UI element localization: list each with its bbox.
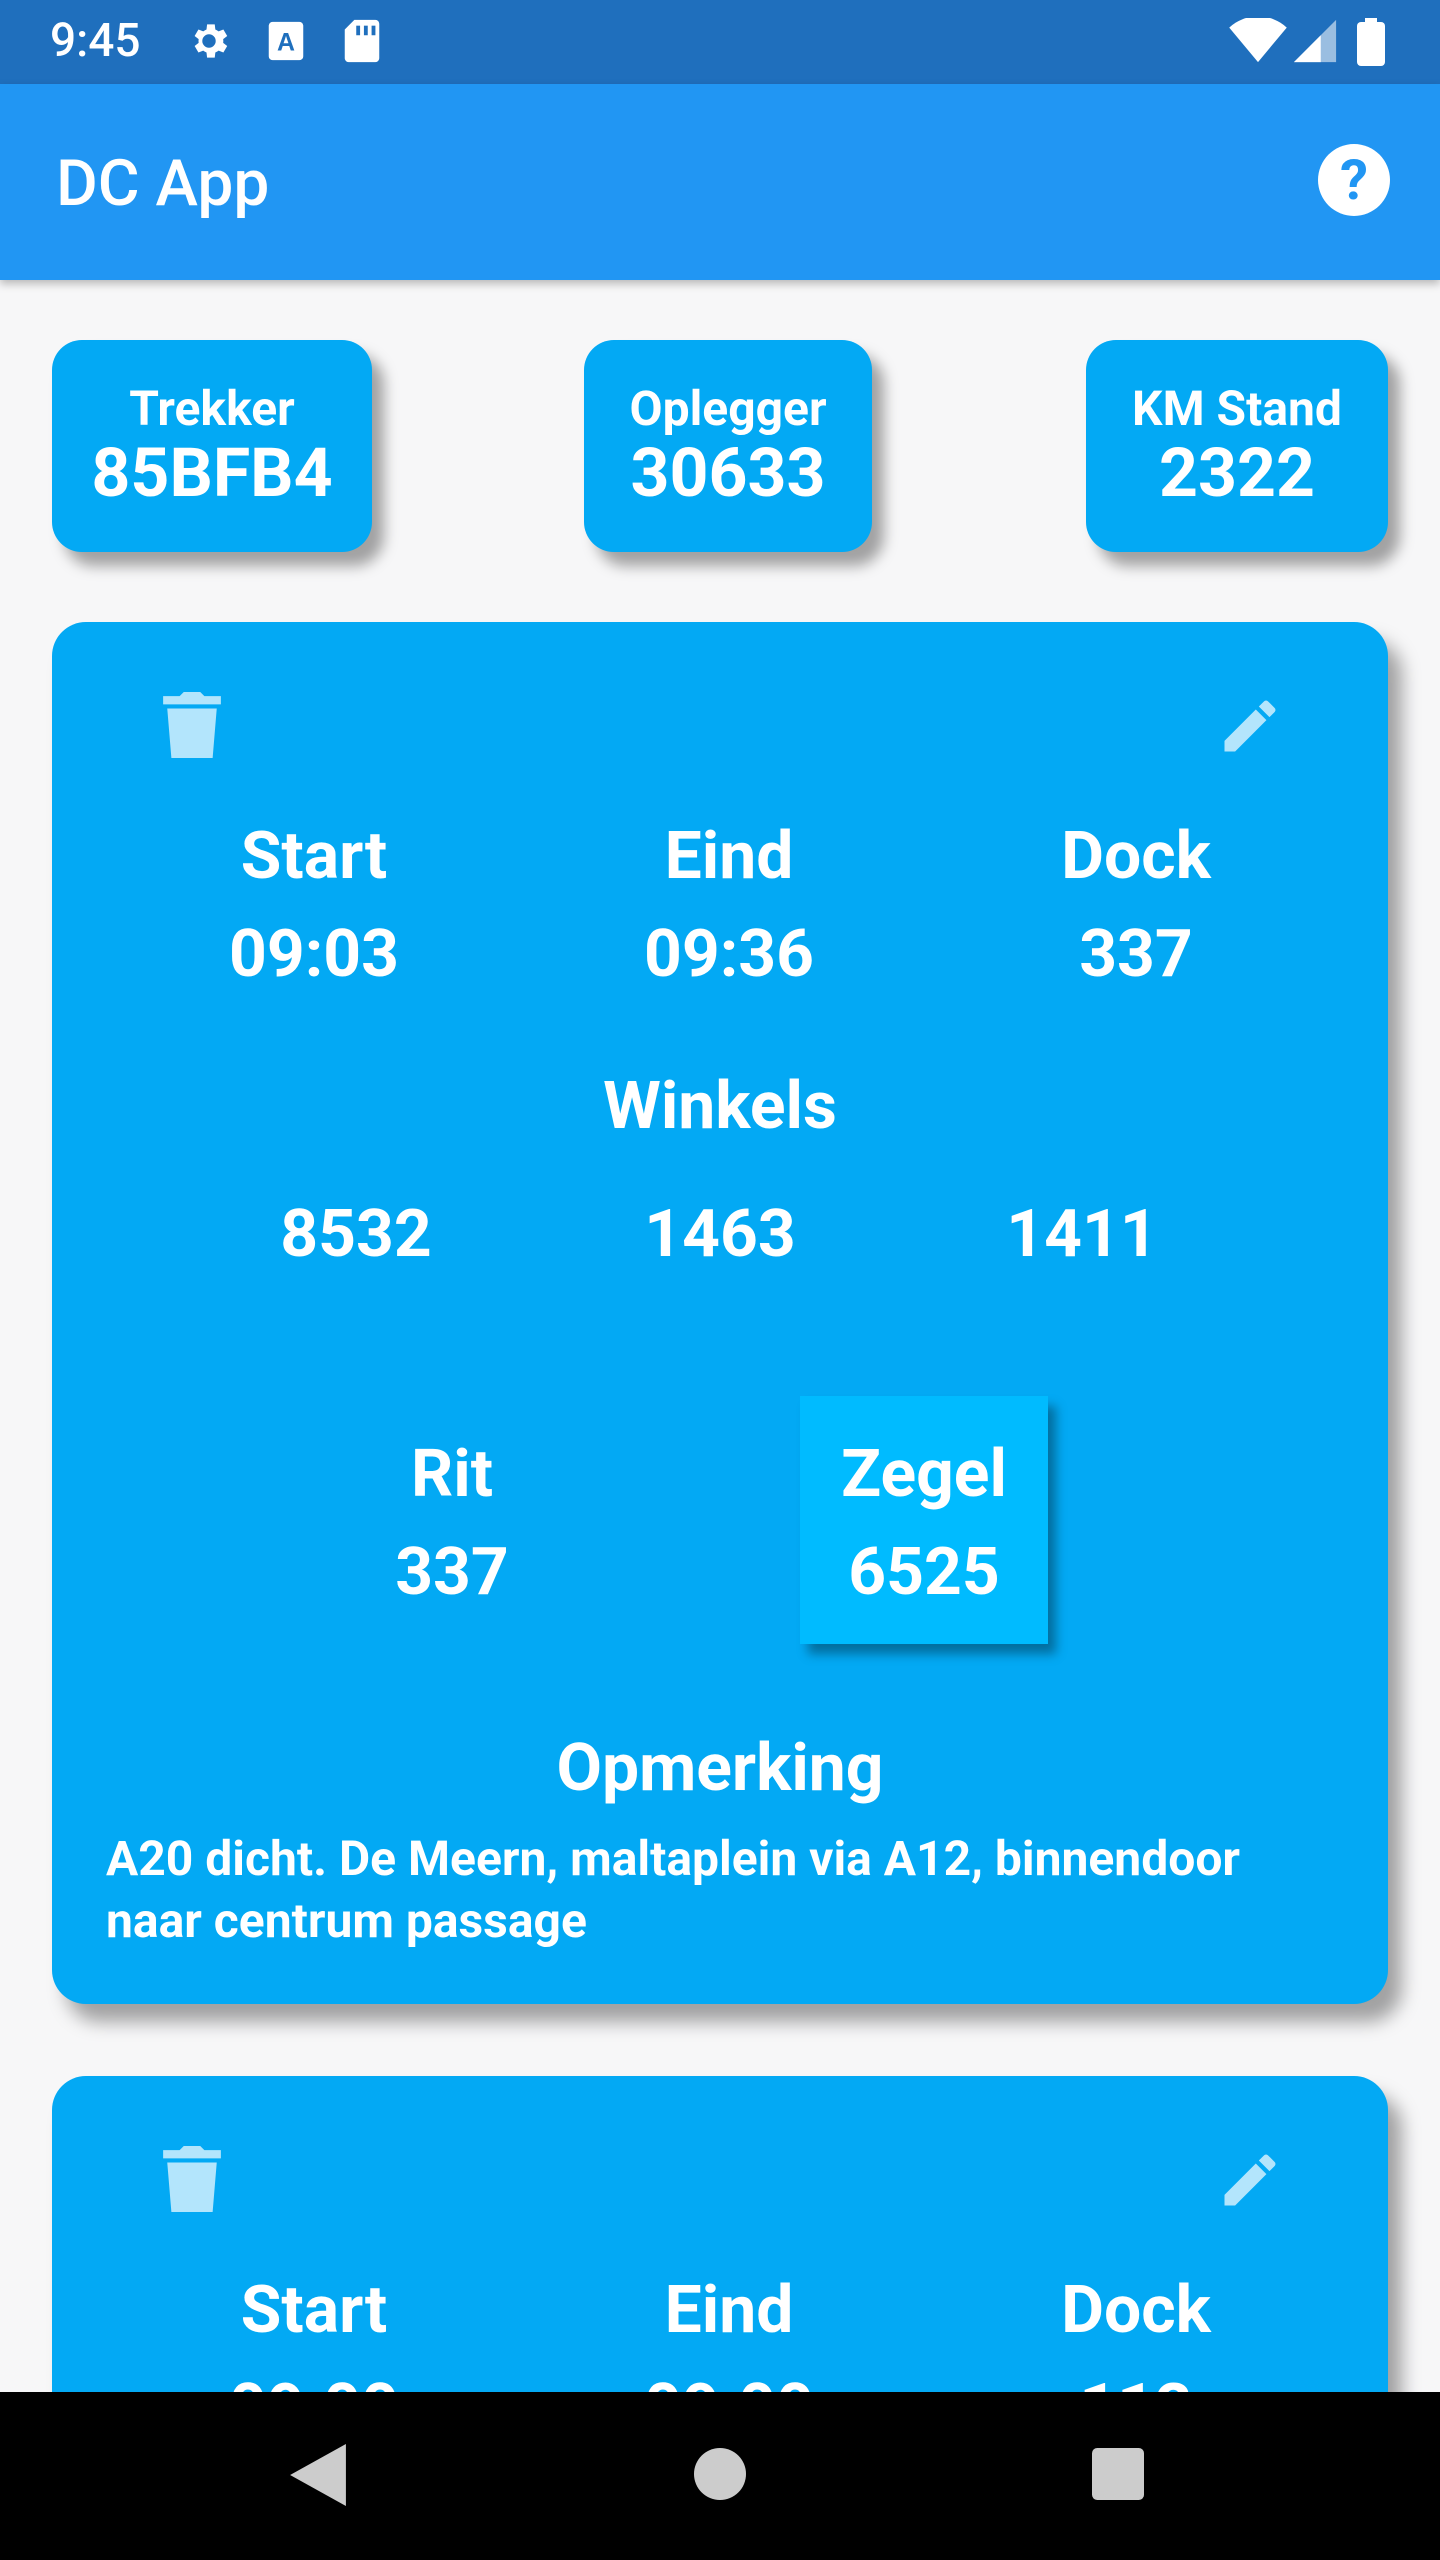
- signal-icon: [1293, 19, 1337, 63]
- oplegger-label: Oplegger: [629, 380, 827, 437]
- app-title: DC App: [56, 146, 270, 221]
- trekker-chip[interactable]: Trekker 85BFB4: [52, 340, 372, 552]
- dock-cell: Dock 337: [1061, 808, 1211, 1004]
- app-bar: DC App: [0, 84, 1440, 280]
- end-label: Eind: [664, 818, 794, 895]
- rit-label: Rit: [410, 1436, 494, 1513]
- remark-text: A20 dicht. De Meern, maltaplein via A12,…: [106, 1830, 1240, 1949]
- edit-icon[interactable]: [1216, 2146, 1284, 2214]
- start-label: Start: [240, 2272, 388, 2349]
- end-value: 09:36: [643, 916, 815, 993]
- oplegger-chip[interactable]: Oplegger 30633: [584, 340, 872, 552]
- start-label: Start: [240, 818, 388, 895]
- a-icon: A: [268, 21, 304, 61]
- ride-card: Start 09:03 Eind 09:36 Dock 337 Winkels …: [52, 622, 1388, 2004]
- back-icon[interactable]: [290, 2444, 346, 2506]
- dock-label: Dock: [1061, 2272, 1211, 2349]
- shops-title: Winkels: [603, 1068, 837, 1145]
- end-cell: Eind 09:36: [644, 808, 814, 1004]
- rit-cell: Rit 337: [395, 1426, 509, 1622]
- km-stand-value: 2322: [1158, 433, 1316, 514]
- zegel-label: Zegel: [841, 1436, 1007, 1513]
- help-icon[interactable]: ?: [1318, 144, 1390, 216]
- dock-label: Dock: [1061, 818, 1211, 895]
- status-bar: 9:45 A: [0, 0, 1440, 84]
- gear-icon: [194, 24, 228, 58]
- navigation-bar: [0, 2392, 1440, 2560]
- zegel-cell: Zegel 6525: [841, 1426, 1007, 1622]
- delete-icon[interactable]: [162, 2146, 222, 2212]
- zegel-value: 6525: [848, 1534, 1000, 1611]
- svg-text:A: A: [277, 29, 295, 57]
- remark-title: Opmerking: [556, 1730, 884, 1807]
- start-value: 09:03: [228, 916, 400, 993]
- rit-value: 337: [395, 1534, 509, 1611]
- trekker-value: 85BFB4: [91, 433, 333, 514]
- edit-icon[interactable]: [1216, 692, 1284, 760]
- shop-number: 8532: [280, 1196, 432, 1273]
- status-time: 9:45: [50, 14, 141, 68]
- end-label: Eind: [664, 2272, 794, 2349]
- shop-number: 1411: [1006, 1196, 1158, 1273]
- km-stand-label: KM Stand: [1132, 380, 1342, 437]
- sd-card-icon: [344, 19, 380, 63]
- km-stand-chip[interactable]: KM Stand 2322: [1086, 340, 1388, 552]
- oplegger-value: 30633: [630, 433, 826, 514]
- start-cell: Start 09:03: [229, 808, 399, 1004]
- delete-icon[interactable]: [162, 692, 222, 758]
- battery-icon: [1357, 18, 1385, 66]
- shop-number: 1463: [644, 1196, 796, 1273]
- recents-icon[interactable]: [1092, 2448, 1144, 2500]
- trekker-label: Trekker: [129, 380, 295, 437]
- home-icon[interactable]: [694, 2448, 746, 2500]
- wifi-icon: [1229, 18, 1287, 63]
- dock-value: 337: [1079, 916, 1193, 993]
